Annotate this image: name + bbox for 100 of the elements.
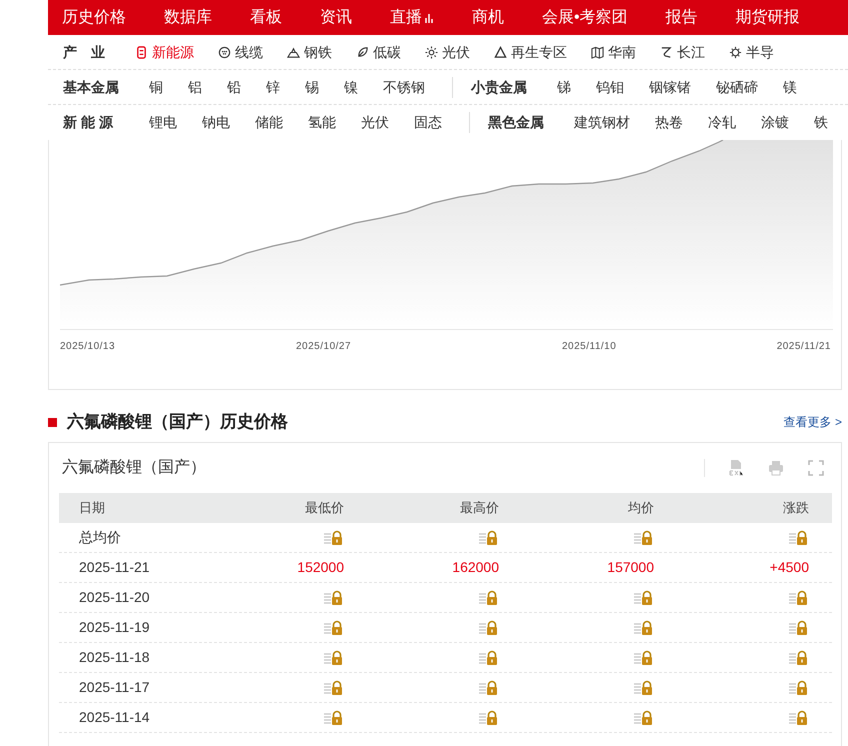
section-marker (48, 418, 57, 426)
table-cell-text: +4500 (770, 558, 809, 577)
category-link[interactable]: 冷轧 (708, 112, 736, 133)
table-cell: 2025-11-19 (79, 619, 150, 635)
locked-value-icon (324, 590, 344, 606)
category-link[interactable]: 钨钼 (596, 76, 624, 98)
category-link[interactable]: 建筑钢材 (574, 112, 630, 133)
locked-value-icon (789, 650, 809, 666)
locked-value-icon (479, 650, 499, 666)
locked-value-icon (789, 620, 809, 636)
table-cell-text: 157000 (607, 558, 654, 577)
table-cell: 2025-11-17 (79, 679, 150, 695)
table-title: 六氟磷酸锂（国产） (61, 458, 206, 478)
row-label: 产 业 (63, 42, 106, 62)
category-link[interactable]: 固态 (414, 112, 442, 133)
locked-value-icon (324, 620, 344, 636)
locked-value-icon (789, 680, 809, 696)
bars-icon (424, 12, 434, 22)
category-link[interactable]: 锡 (305, 76, 319, 98)
category-link[interactable]: 铁 (814, 112, 828, 133)
category-link[interactable]: 镍 (344, 76, 358, 98)
locked-value-icon (479, 680, 499, 696)
category-link[interactable]: 铟镓锗 (649, 76, 691, 98)
table-cell-text: 152000 (297, 558, 344, 577)
category-link[interactable]: 铝 (188, 76, 202, 98)
column-header: 最高价 (459, 499, 499, 518)
industry-link[interactable]: 线缆 (218, 42, 263, 62)
industry-link[interactable]: 低碳 (356, 42, 401, 62)
industry-link[interactable]: 钢铁 (287, 42, 332, 62)
leaf-icon (356, 46, 369, 58)
category-link[interactable]: 锌 (266, 76, 280, 98)
nav-link[interactable]: 看板 (250, 6, 282, 30)
locked-value-icon (789, 710, 809, 726)
category-link[interactable]: 镁 (783, 76, 797, 98)
table-cell: 2025-11-18 (79, 649, 150, 665)
locked-value-icon (789, 590, 809, 606)
category-link[interactable]: 铅 (227, 76, 241, 98)
industry-link[interactable]: 再生专区 (494, 42, 567, 62)
locked-value-icon (479, 530, 499, 546)
fullscreen-icon[interactable] (807, 459, 825, 477)
industry-link[interactable]: 长江 (660, 42, 705, 62)
column-header: 日期 (78, 499, 106, 518)
locked-value-icon (479, 620, 499, 636)
column-header: 均价 (627, 499, 654, 518)
locked-value-icon (634, 620, 654, 636)
industry-link[interactable]: 光伏 (425, 42, 470, 62)
locked-value-icon (324, 680, 344, 696)
excel-export-icon[interactable] (727, 459, 745, 477)
category-link[interactable]: 锂电 (149, 112, 177, 133)
table-cell: 2025-11-21 (79, 559, 150, 575)
category-link[interactable]: 光伏 (361, 112, 389, 133)
cable-icon (218, 46, 231, 58)
category-link[interactable]: 储能 (255, 112, 283, 133)
nav-link[interactable]: 资讯 (320, 6, 352, 30)
table-cell: 总均价 (79, 529, 121, 545)
locked-value-icon (479, 710, 499, 726)
nav-link[interactable]: 期货研报 (736, 6, 800, 30)
nav-link[interactable]: 历史价格 (62, 6, 126, 30)
industry-link[interactable]: 新能源 (135, 42, 194, 62)
nav-link[interactable]: 直播 (390, 6, 434, 30)
category-link[interactable]: 不锈钢 (383, 76, 425, 98)
x-axis-label: 2025/11/21 (776, 340, 831, 354)
industry-link[interactable]: 华南 (591, 42, 636, 62)
x-axis-label: 2025/10/13 (60, 340, 116, 354)
table-cell-text: 162000 (452, 558, 499, 577)
battery-icon (135, 46, 148, 58)
category-link[interactable]: 铜 (149, 76, 163, 98)
locked-value-icon (479, 590, 499, 606)
category-link[interactable]: 锑 (557, 76, 571, 98)
category-label: 黑色金属 (488, 113, 545, 132)
industry-link[interactable]: 半导 (729, 42, 774, 62)
nav-link[interactable]: 商机 (472, 6, 504, 30)
print-icon[interactable] (767, 459, 785, 477)
category-link[interactable]: 涂镀 (761, 112, 789, 133)
column-header: 涨跌 (782, 499, 809, 518)
category-link[interactable]: 热卷 (655, 112, 683, 133)
steel-icon (287, 46, 300, 58)
column-header: 最低价 (304, 499, 344, 518)
locked-value-icon (324, 530, 344, 546)
category-link[interactable]: 铋硒碲 (716, 76, 758, 98)
category-label: 小贵金属 (471, 78, 528, 97)
table-cell: 2025-11-14 (79, 709, 150, 725)
locked-value-icon (634, 530, 654, 546)
sun-icon (425, 46, 438, 58)
locked-value-icon (324, 650, 344, 666)
locked-value-icon (634, 590, 654, 606)
nav-link[interactable]: 数据库 (164, 6, 212, 30)
locked-value-icon (324, 710, 344, 726)
category-link[interactable]: 钠电 (202, 112, 230, 133)
nav-link[interactable]: 会展•考察团 (542, 6, 628, 30)
locked-value-icon (634, 650, 654, 666)
locked-value-icon (634, 680, 654, 696)
table-cell: 2025-11-20 (79, 589, 150, 605)
category-link[interactable]: 氢能 (308, 112, 336, 133)
more-link[interactable]: 查看更多 > (784, 413, 842, 431)
x-axis-label: 2025/11/10 (562, 340, 616, 354)
nav-link[interactable]: 报告 (666, 6, 698, 30)
locked-value-icon (634, 710, 654, 726)
locked-value-icon (789, 530, 809, 546)
category-label: 基本金属 (63, 78, 120, 96)
